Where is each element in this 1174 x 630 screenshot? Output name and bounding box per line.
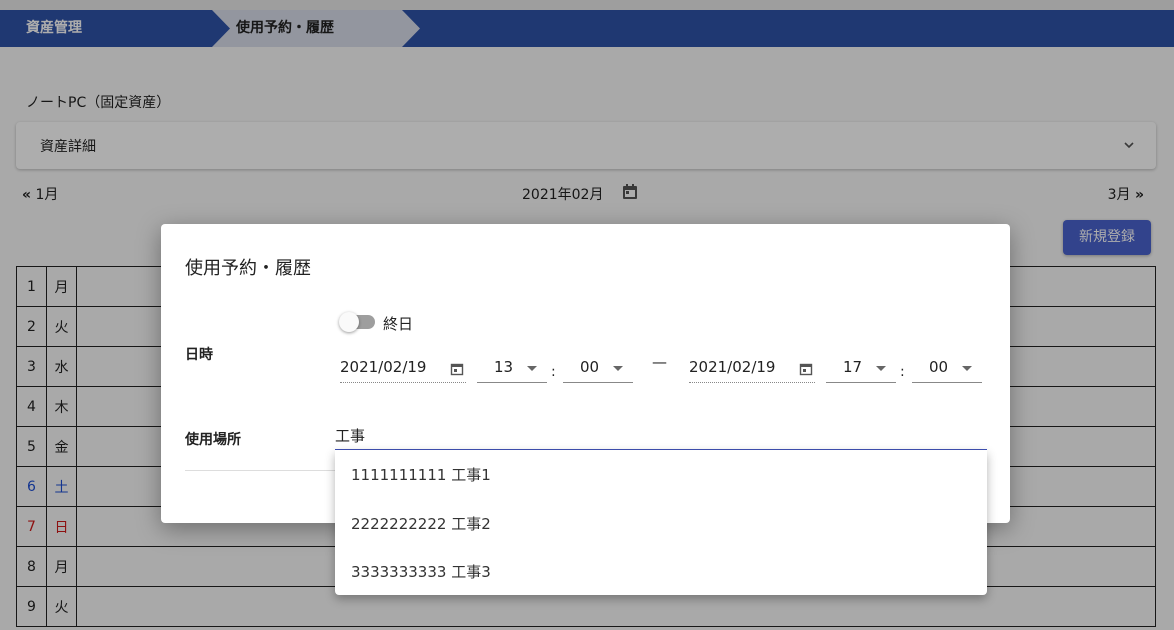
start-date-value: 2021/02/19 [340, 358, 427, 376]
start-minute-value: 00 [580, 358, 600, 376]
dropdown-arrow-icon [527, 366, 537, 371]
list-item[interactable]: 3333333333 工事3 [351, 561, 491, 582]
time-separator: : [551, 364, 556, 380]
time-separator: : [900, 364, 905, 380]
list-item[interactable]: 2222222222 工事2 [351, 513, 491, 534]
start-hour-select[interactable]: 13 [477, 352, 547, 383]
range-separator: — [652, 353, 667, 371]
datetime-label: 日時 [185, 347, 213, 363]
start-hour-value: 13 [494, 358, 514, 376]
place-label: 使用場所 [185, 432, 241, 448]
end-minute-value: 00 [929, 358, 949, 376]
end-hour-select[interactable]: 17 [826, 352, 896, 383]
calendar-icon [450, 363, 464, 376]
divider [185, 470, 335, 471]
start-date-field[interactable]: 2021/02/19 [340, 352, 466, 383]
dropdown-arrow-icon [613, 366, 623, 371]
place-input[interactable]: 工事 [335, 419, 987, 450]
list-item[interactable]: 1111111111 工事1 [351, 464, 491, 485]
place-input-value: 工事 [335, 427, 366, 445]
calendar-icon [799, 363, 813, 376]
dropdown-arrow-icon [876, 366, 886, 371]
dropdown-arrow-icon [962, 366, 972, 371]
allday-label: 終日 [383, 315, 414, 333]
end-date-field[interactable]: 2021/02/19 [689, 352, 815, 383]
allday-toggle[interactable] [339, 312, 375, 332]
end-minute-select[interactable]: 00 [912, 352, 982, 383]
place-autocomplete-menu: 1111111111 工事1 2222222222 工事2 3333333333… [335, 450, 987, 595]
toggle-knob [339, 312, 359, 332]
start-minute-select[interactable]: 00 [563, 352, 633, 383]
end-hour-value: 17 [843, 358, 863, 376]
end-date-value: 2021/02/19 [689, 358, 776, 376]
dialog-title: 使用予約・履歴 [185, 258, 311, 279]
